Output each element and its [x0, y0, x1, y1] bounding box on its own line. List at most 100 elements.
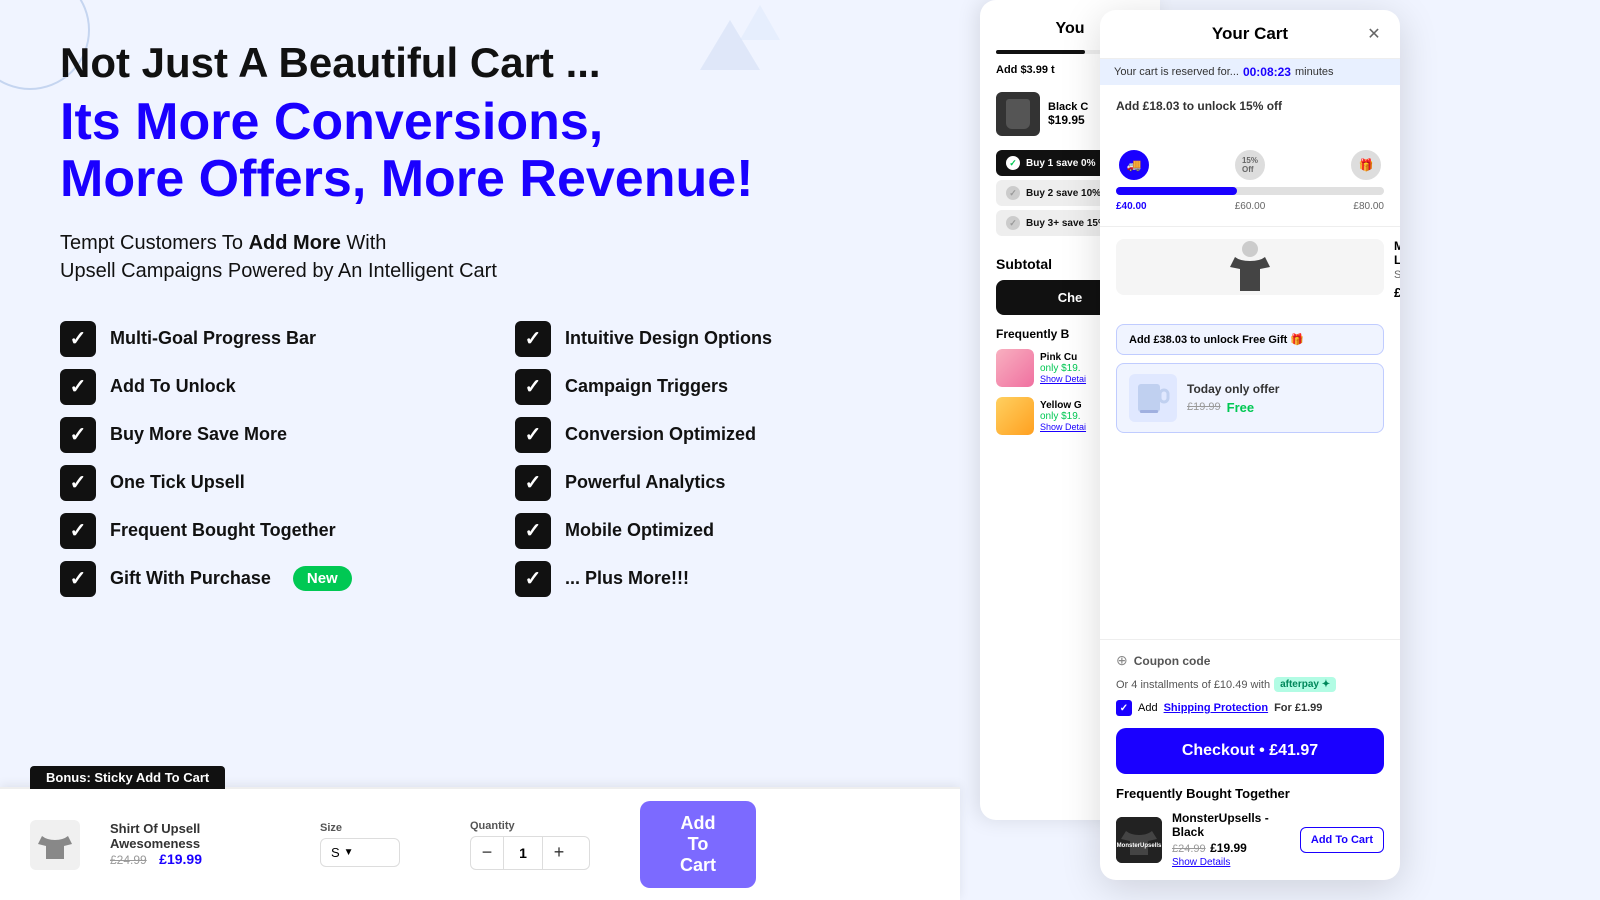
feature-item-9: Conversion Optimized — [515, 411, 930, 459]
new-badge: New — [293, 566, 352, 591]
headline-blue: Its More Conversions, More Offers, More … — [60, 94, 930, 208]
milestone-bar — [1116, 187, 1384, 195]
afterpay-badge: afterpay ✦ — [1274, 677, 1336, 692]
coupon-row[interactable]: ⊕ Coupon code — [1116, 652, 1384, 669]
sticky-size-label: Size — [320, 822, 440, 834]
sticky-qty-increase[interactable]: + — [543, 837, 575, 869]
freq-bought-item: MonsterUpsells MonsterUpsells - Black £2… — [1116, 811, 1384, 868]
left-content: Not Just A Beautiful Cart ... Its More C… — [0, 0, 980, 900]
cart-item-info-1: MonsterUpsells Logo Small £39.98 — [1394, 239, 1400, 300]
coupon-label: Coupon code — [1134, 654, 1211, 668]
feature-label-10: Powerful Analytics — [565, 472, 725, 493]
coupon-icon: ⊕ — [1116, 652, 1128, 669]
feature-label-6: Gift With Purchase — [110, 568, 271, 589]
feature-label-7: Intuitive Design Options — [565, 328, 772, 349]
headline-black: Not Just A Beautiful Cart ... — [60, 40, 930, 86]
sticky-bonus-label: Bonus: Sticky Add To Cart — [30, 766, 225, 789]
shipping-add-label: Add — [1138, 702, 1158, 714]
freq-bought-img: MonsterUpsells — [1116, 817, 1162, 863]
afterpay-row: Or 4 installments of £10.49 with afterpa… — [1116, 677, 1384, 692]
feature-item-5: Frequent Bought Together — [60, 507, 475, 555]
cart-item-variant-1: Small — [1394, 269, 1400, 281]
svg-text:MonsterUpsells: MonsterUpsells — [1117, 843, 1162, 849]
feature-item-3: Buy More Save More — [60, 411, 475, 459]
afterpay-logo: afterpay ✦ — [1280, 679, 1330, 690]
offer-info: Today only offer £19.99 Free — [1187, 382, 1371, 415]
sticky-size-section: Size S ▼ — [320, 822, 440, 867]
main-container: Not Just A Beautiful Cart ... Its More C… — [0, 0, 1600, 900]
cart-item-img-1 — [1116, 239, 1384, 295]
freq-show-details[interactable]: Show Details — [1172, 857, 1290, 868]
shipping-link[interactable]: Shipping Protection — [1164, 702, 1269, 714]
cart-item-name-1: MonsterUpsells Logo — [1394, 239, 1400, 267]
today-offer: Today only offer £19.99 Free — [1116, 363, 1384, 433]
sticky-prices: £24.99 £19.99 — [110, 851, 290, 869]
feature-col-1: Multi-Goal Progress Bar Add To Unlock Bu… — [60, 315, 475, 603]
check-icon-3 — [60, 417, 96, 453]
feature-item-10: Powerful Analytics — [515, 459, 930, 507]
freq-item-title: MonsterUpsells - Black — [1172, 811, 1290, 839]
milestone-icon-shipping: 🚚 — [1116, 147, 1152, 183]
feature-item-12: ... Plus More!!! — [515, 555, 930, 603]
milestone-circle-15: 15%Off — [1232, 147, 1268, 183]
feature-item-7: Intuitive Design Options — [515, 315, 930, 363]
sticky-old-price: £24.99 — [110, 853, 147, 867]
afterpay-text: Or 4 installments of £10.49 with — [1116, 679, 1270, 691]
freq-add-to-cart-btn[interactable]: Add To Cart — [1300, 827, 1384, 853]
feature-item-6: Gift With Purchase New — [60, 555, 475, 603]
check-icon-4 — [60, 465, 96, 501]
feature-col-2: Intuitive Design Options Campaign Trigge… — [515, 315, 930, 603]
check-icon-7 — [515, 321, 551, 357]
sticky-size-value: S — [331, 845, 340, 860]
feature-label-12: ... Plus More!!! — [565, 568, 689, 589]
feature-item-2: Add To Unlock — [60, 363, 475, 411]
shipping-price: For £1.99 — [1274, 702, 1322, 714]
right-panels: You Add $3.99 t Black C $19.95 ✓ Buy 1 s… — [980, 0, 1600, 900]
bg-progress-fill — [996, 50, 1085, 54]
features-grid: Multi-Goal Progress Bar Add To Unlock Bu… — [60, 315, 930, 603]
sticky-bar: Shirt Of Upsell Awesomeness £24.99 £19.9… — [0, 787, 960, 900]
offer-free-price: Free — [1227, 400, 1254, 415]
freq-bought-title: Frequently Bought Together — [1116, 786, 1384, 801]
progress-section: Add £18.03 to unlock 15% off 🚚 15%Off 🎁 — [1100, 85, 1400, 227]
feature-label-2: Add To Unlock — [110, 376, 236, 397]
freq-item-details: MonsterUpsells - Black £24.99 £19.99 Sho… — [1172, 811, 1290, 868]
timer-suffix: minutes — [1295, 66, 1334, 78]
subheadline: Tempt Customers To Add More WithUpsell C… — [60, 229, 930, 285]
tiered-check-2: ✓ — [1006, 186, 1020, 200]
cart-timer: 00:08:23 — [1243, 65, 1291, 79]
feature-item-11: Mobile Optimized — [515, 507, 930, 555]
milestone-container: 🚚 15%Off 🎁 £ — [1116, 123, 1384, 212]
check-icon-1 — [60, 321, 96, 357]
sticky-product-img — [30, 820, 80, 870]
cart-spacer — [1100, 441, 1400, 639]
sticky-shirt-svg — [33, 823, 77, 867]
check-icon-2 — [60, 369, 96, 405]
check-icon-5 — [60, 513, 96, 549]
close-button[interactable]: ✕ — [1364, 24, 1384, 44]
sticky-add-to-cart-btn[interactable]: Add To Cart — [640, 801, 756, 888]
cart-items-section: MonsterUpsells Logo Small £39.98 − 2 + — [1100, 227, 1400, 324]
sticky-size-select[interactable]: S ▼ — [320, 838, 400, 867]
bg-product-img — [996, 92, 1040, 136]
cup-shape — [1006, 99, 1030, 129]
sticky-qty-section: Quantity − 1 + — [470, 820, 590, 870]
sticky-qty-value: 1 — [503, 837, 543, 869]
freq-old-price: £24.99 — [1172, 843, 1206, 855]
cart-panel-main: Your Cart ✕ Your cart is reserved for...… — [1100, 10, 1400, 880]
check-icon-8 — [515, 369, 551, 405]
check-icon-9 — [515, 417, 551, 453]
milestone-icon-15: 15%Off — [1232, 147, 1268, 183]
shipping-checkbox[interactable]: ✓ — [1116, 700, 1132, 716]
unlock-text: Add £38.03 to unlock Free Gift 🎁 — [1129, 333, 1304, 346]
checkout-button[interactable]: Checkout • £41.97 — [1116, 728, 1384, 774]
chevron-down-icon: ▼ — [344, 847, 354, 858]
cart-bottom: ⊕ Coupon code Or 4 installments of £10.4… — [1100, 639, 1400, 880]
bg-freq-img-2 — [996, 397, 1034, 435]
milestone-amount-3: £80.00 — [1353, 201, 1384, 212]
offer-label: Today only offer — [1187, 382, 1371, 396]
feature-item-8: Campaign Triggers — [515, 363, 930, 411]
sticky-qty-decrease[interactable]: − — [471, 837, 503, 869]
offer-mug-svg — [1133, 376, 1173, 420]
tiered-check-1: ✓ — [1006, 156, 1020, 170]
